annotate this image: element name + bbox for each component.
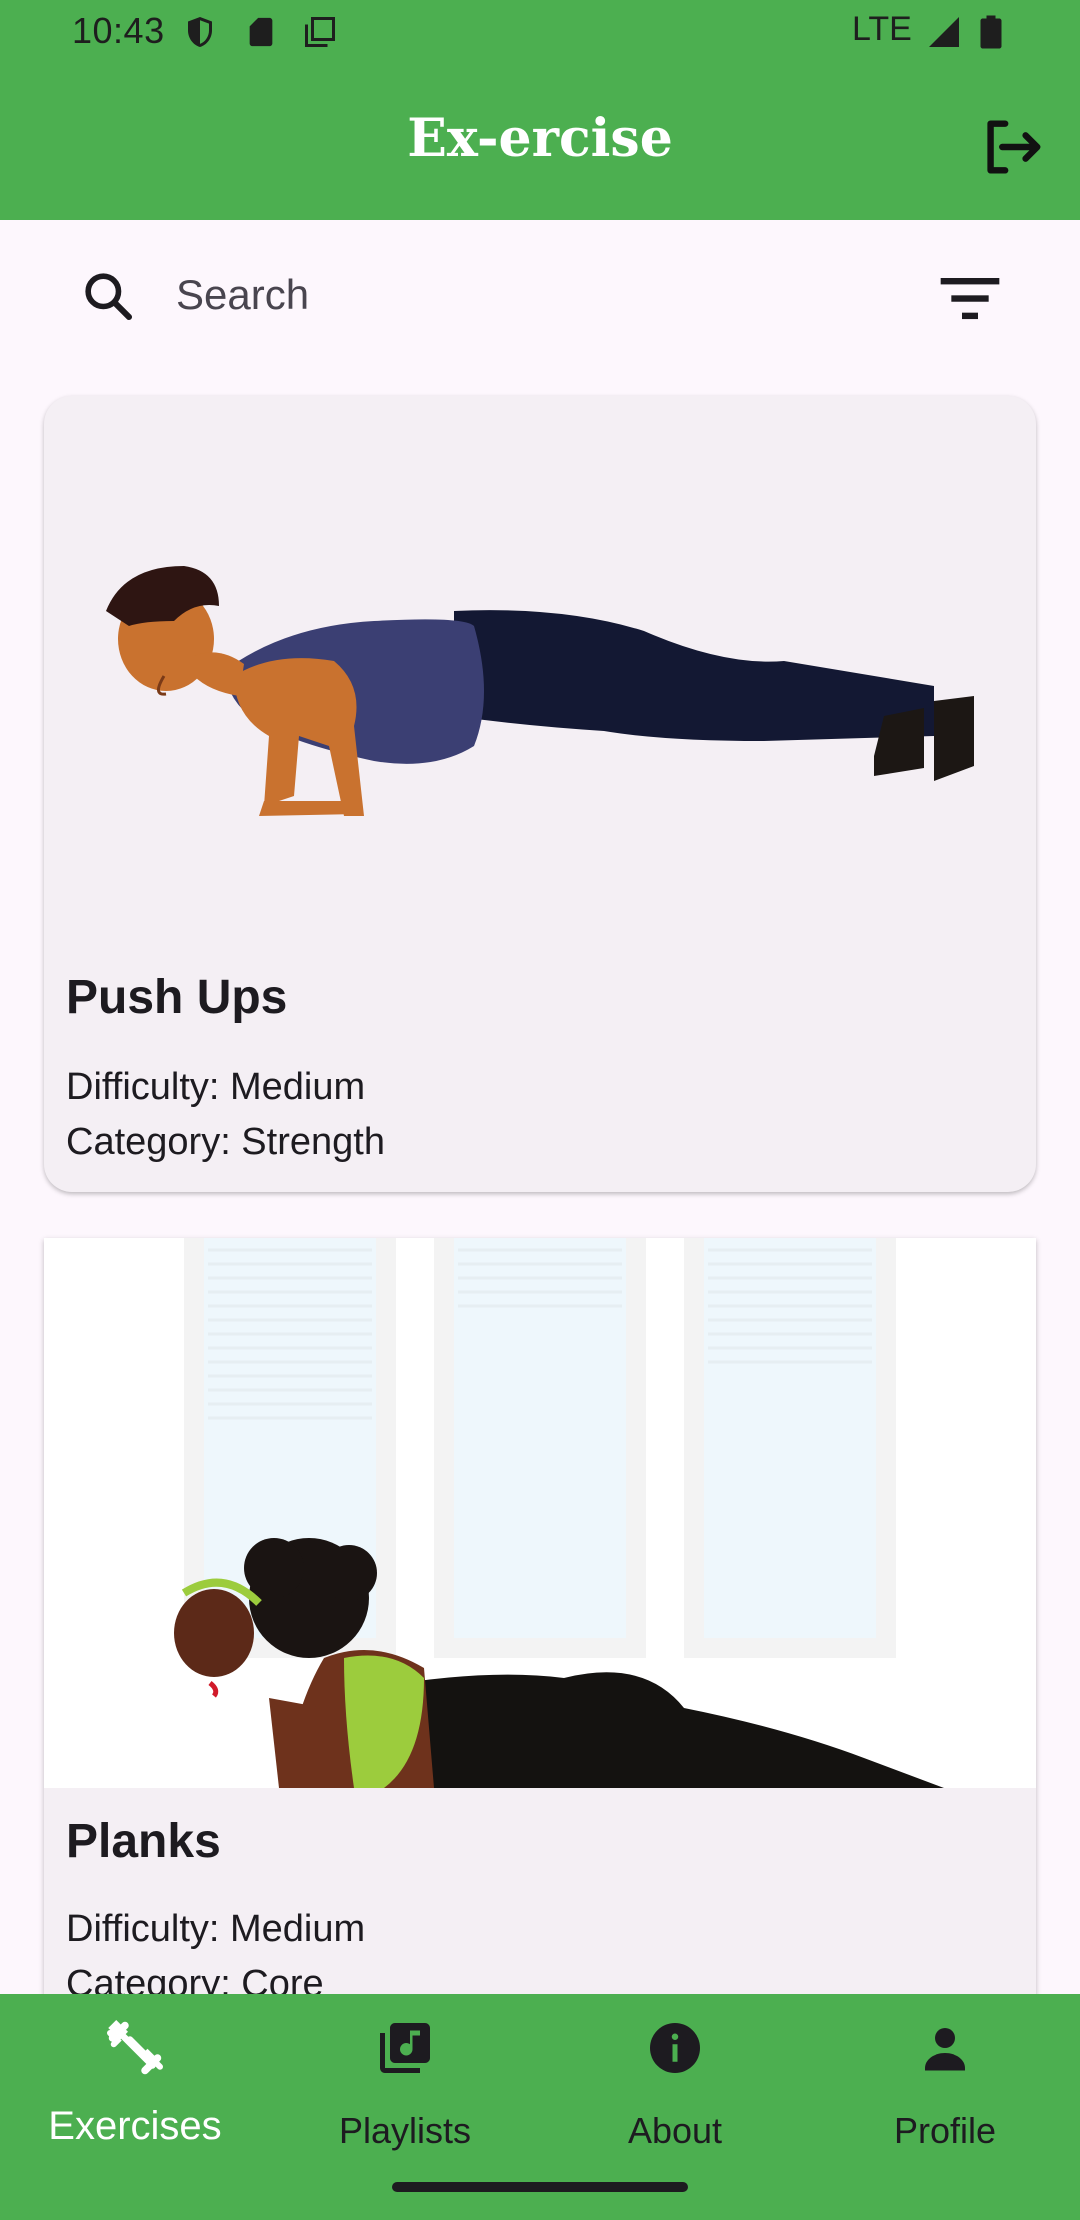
nav-about[interactable]: About (540, 1994, 810, 2194)
search-icon (85, 273, 133, 321)
exercise-card[interactable]: Planks Difficulty: Medium Category: Core (44, 1238, 1036, 2038)
dumbbell-icon (107, 2020, 163, 2075)
nav-label: Playlists (338, 2110, 472, 2151)
exercise-difficulty: Difficulty: Medium (66, 1066, 366, 1108)
nav-profile[interactable]: Profile (810, 1994, 1080, 2194)
app-title: Ex-ercise (407, 108, 673, 169)
exercise-difficulty: Difficulty: Medium (66, 1908, 366, 1950)
planks-illustration (44, 1238, 1036, 1788)
nav-label: Exercises (48, 2104, 222, 2148)
nav-exercises[interactable]: Exercises (0, 1994, 270, 2194)
shield-icon (188, 17, 212, 47)
home-indicator[interactable] (392, 2182, 688, 2192)
nav-playlists[interactable]: Playlists (270, 1994, 540, 2194)
search-bar (40, 240, 1040, 350)
network-type: LTE (852, 10, 912, 48)
status-time: 10:43 (72, 10, 165, 51)
push-ups-illustration (106, 566, 974, 816)
sd-card-icon (249, 17, 273, 47)
exercise-name: Planks (66, 1815, 221, 1868)
nav-label: About (627, 2110, 723, 2151)
filter-icon[interactable] (938, 270, 1002, 326)
nav-label: Profile (893, 2110, 997, 2151)
info-icon (650, 2023, 700, 2073)
logout-icon[interactable] (976, 112, 1046, 182)
exercise-category: Category: Strength (66, 1121, 385, 1163)
person-icon (925, 2028, 965, 2071)
status-bar: 10:43 LTE (0, 0, 1080, 64)
signal-icon (929, 17, 959, 47)
exercise-card[interactable]: Push Ups Difficulty: Medium Category: St… (44, 396, 1036, 1192)
app-bar: Ex-ercise (0, 64, 1080, 220)
search-input[interactable] (176, 260, 816, 330)
exercise-name: Push Ups (66, 971, 288, 1024)
screenshot-icon (305, 17, 335, 47)
battery-icon (980, 15, 1002, 49)
music-library-icon (380, 2023, 430, 2073)
